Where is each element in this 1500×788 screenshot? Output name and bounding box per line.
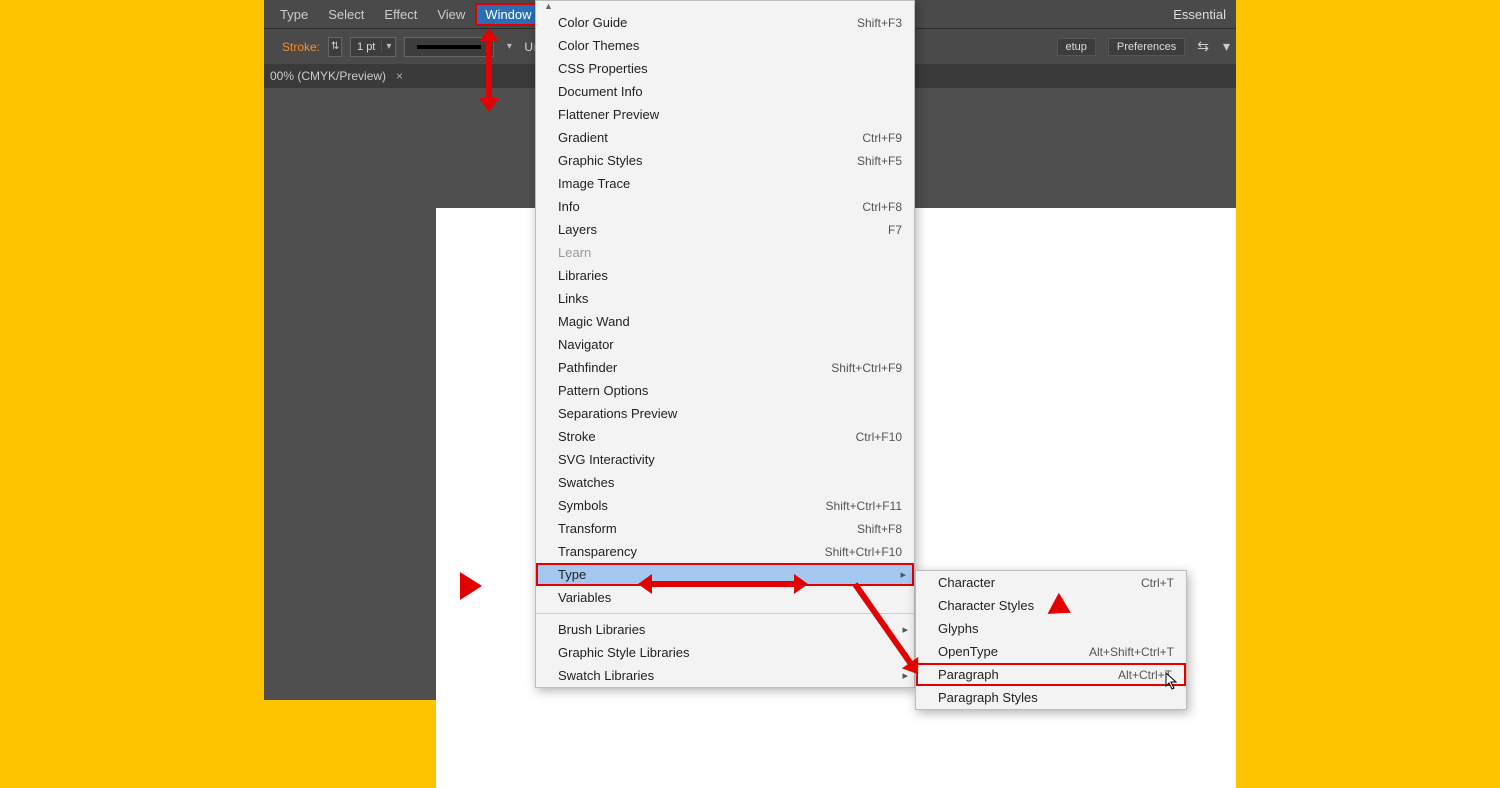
menu-item-gradient[interactable]: GradientCtrl+F9 xyxy=(536,126,914,149)
menu-item-links[interactable]: Links xyxy=(536,287,914,310)
stroke-weight-field[interactable]: 1 pt ▾ xyxy=(350,37,396,57)
document-setup-button[interactable]: etup xyxy=(1057,38,1096,56)
menu-type[interactable]: Type xyxy=(270,3,318,26)
submenu-item-paragraph-styles[interactable]: Paragraph Styles xyxy=(916,686,1186,709)
panel-toggle-icon[interactable]: ⇆ xyxy=(1197,38,1209,55)
document-tab-label: 00% (CMYK/Preview) xyxy=(270,69,386,83)
menu-item-magic-wand[interactable]: Magic Wand xyxy=(536,310,914,333)
chevron-down-icon[interactable]: ▾ xyxy=(1223,38,1230,55)
menu-item-separations-preview[interactable]: Separations Preview xyxy=(536,402,914,425)
menu-effect[interactable]: Effect xyxy=(374,3,427,26)
menu-item-stroke[interactable]: StrokeCtrl+F10 xyxy=(536,425,914,448)
menu-item-transparency[interactable]: TransparencyShift+Ctrl+F10 xyxy=(536,540,914,563)
menu-item-pattern-options[interactable]: Pattern Options xyxy=(536,379,914,402)
annotation-arrow-right xyxy=(460,572,482,600)
submenu-item-opentype[interactable]: OpenTypeAlt+Shift+Ctrl+T xyxy=(916,640,1186,663)
menu-item-transform[interactable]: TransformShift+F8 xyxy=(536,517,914,540)
menu-item-pathfinder[interactable]: PathfinderShift+Ctrl+F9 xyxy=(536,356,914,379)
menu-item-graphic-styles[interactable]: Graphic StylesShift+F5 xyxy=(536,149,914,172)
preferences-button[interactable]: Preferences xyxy=(1108,38,1185,56)
menu-item-document-info[interactable]: Document Info xyxy=(536,80,914,103)
menu-view[interactable]: View xyxy=(427,3,475,26)
menu-item-color-guide[interactable]: Color GuideShift+F3 xyxy=(536,11,914,34)
menu-item-color-themes[interactable]: Color Themes xyxy=(536,34,914,57)
menu-select[interactable]: Select xyxy=(318,3,374,26)
menu-item-swatches[interactable]: Swatches xyxy=(536,471,914,494)
menu-item-graphic-style-libraries[interactable]: Graphic Style Libraries xyxy=(536,641,914,664)
type-submenu: CharacterCtrl+T Character Styles Glyphs … xyxy=(915,570,1187,710)
annotation-arrow-double xyxy=(638,577,808,591)
submenu-item-character[interactable]: CharacterCtrl+T xyxy=(916,571,1186,594)
menu-item-info[interactable]: InfoCtrl+F8 xyxy=(536,195,914,218)
chevron-down-icon[interactable]: ▾ xyxy=(502,41,516,52)
stroke-stepper[interactable]: ⇅ xyxy=(328,37,342,57)
scroll-up-icon[interactable]: ▲ xyxy=(536,1,914,11)
menu-item-css-properties[interactable]: CSS Properties xyxy=(536,57,914,80)
stroke-label: Stroke: xyxy=(282,40,320,54)
cursor-icon xyxy=(1165,672,1179,690)
menu-item-flattener-preview[interactable]: Flattener Preview xyxy=(536,103,914,126)
submenu-item-paragraph[interactable]: ParagraphAlt+Ctrl+T xyxy=(916,663,1186,686)
menu-item-layers[interactable]: LayersF7 xyxy=(536,218,914,241)
menu-item-symbols[interactable]: SymbolsShift+Ctrl+F11 xyxy=(536,494,914,517)
menu-item-svg-interactivity[interactable]: SVG Interactivity xyxy=(536,448,914,471)
close-icon[interactable]: × xyxy=(396,69,403,83)
submenu-item-glyphs[interactable]: Glyphs xyxy=(916,617,1186,640)
menu-item-libraries[interactable]: Libraries xyxy=(536,264,914,287)
workspace-switcher[interactable]: Essential xyxy=(1163,3,1236,26)
stroke-value: 1 pt xyxy=(351,41,381,53)
menu-item-navigator[interactable]: Navigator xyxy=(536,333,914,356)
menu-separator xyxy=(536,613,914,614)
annotation-arrow-vertical xyxy=(481,28,497,112)
menu-item-learn: Learn xyxy=(536,241,914,264)
menu-item-brush-libraries[interactable]: Brush Libraries xyxy=(536,618,914,641)
menu-window[interactable]: Window xyxy=(475,3,541,26)
menu-item-image-trace[interactable]: Image Trace xyxy=(536,172,914,195)
chevron-down-icon[interactable]: ▾ xyxy=(381,41,395,52)
menu-item-swatch-libraries[interactable]: Swatch Libraries xyxy=(536,664,914,687)
